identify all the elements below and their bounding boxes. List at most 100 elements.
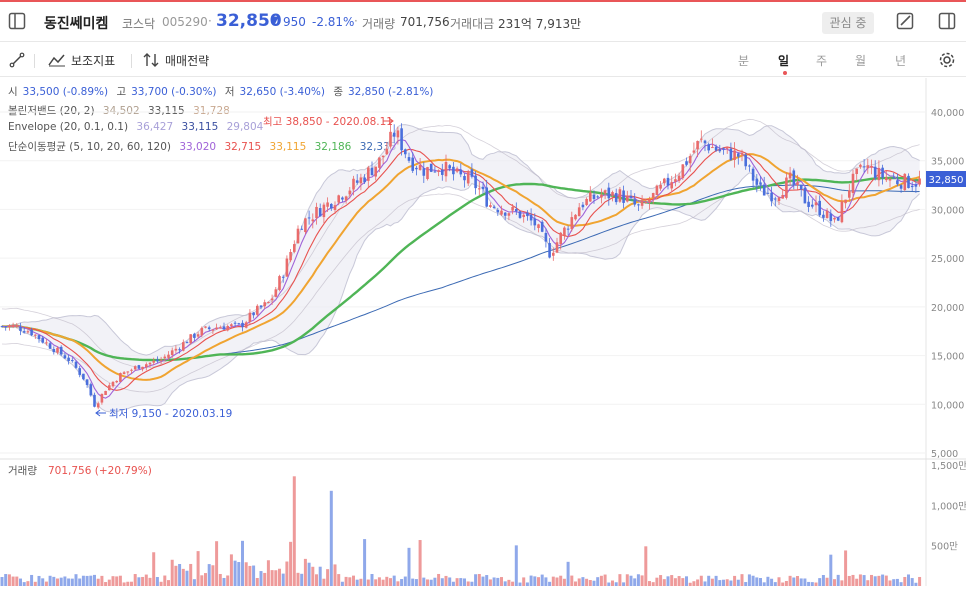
candle-body [848,190,851,198]
candle-body [293,244,296,252]
volume-bar [629,575,633,586]
candle-body [185,342,189,344]
candle-body [304,218,307,233]
candle-body [37,335,41,340]
candle-body [156,359,159,362]
candle-body [322,204,326,218]
volume-bar [636,574,640,586]
candle-body [851,173,855,193]
volume-bar [411,578,415,586]
volume-bar [540,574,544,586]
volume-bar [4,574,8,586]
volume-bar [659,575,663,586]
volume-bar [259,571,263,586]
volume-bar [89,575,93,586]
candle-body [515,209,518,212]
candle-body [885,177,888,181]
candle-body [78,368,81,375]
volume-bar [126,581,130,586]
volume-bar [174,565,178,586]
candle-body [407,157,411,161]
volume-bar [533,576,537,586]
candle-body [270,298,274,301]
candle-body [19,326,22,331]
candle-body [422,168,426,176]
candle-body [359,177,363,184]
volume-bar [459,578,463,586]
volume-bar [15,576,19,586]
volume-bar [918,576,922,586]
candle-body [589,192,592,202]
volume-bar [285,561,289,586]
volume-bar [130,581,133,586]
candle-body [570,217,574,230]
candle-body [918,178,921,185]
candle-body [259,305,263,308]
candle-body [681,164,685,179]
volume-bar [522,577,526,586]
volume-bar [714,575,718,586]
volume-bar [100,575,104,586]
candle-body [411,157,414,171]
candle-body [104,390,107,395]
candle-body [533,218,537,226]
volume-bar [104,582,108,586]
candle-body [41,337,44,343]
volume-bar [426,579,429,586]
volume-bar [311,566,315,586]
volume-bar [407,547,411,586]
candle-body [311,219,315,222]
candle-body [318,208,322,217]
candle-body [788,172,792,179]
volume-bar [914,582,918,586]
candle-body [600,194,603,198]
candle-body [655,185,659,195]
candle-body [330,203,333,209]
volume-bar [33,581,37,586]
candle-body [152,360,155,363]
candle-body [178,349,181,351]
candle-body [130,369,133,371]
volume-bar [93,574,96,586]
price-chart[interactable]: 5,000 10,000 15,000 20,000 25,000 30,000 35,00… [0,0,966,590]
volume-bar [585,578,589,586]
candle-body [877,167,881,181]
volume-bar [437,573,441,586]
volume-bar [381,579,385,586]
volume-bar [707,575,711,586]
volume-bar [363,539,367,586]
candle-body [718,149,722,152]
candle-body [307,217,311,219]
volume-bar [899,582,903,586]
last-price-label: 32,850 [929,175,964,186]
candle-body [159,359,163,361]
candle-body [696,140,699,150]
candle-body [559,232,562,245]
volume-bar [377,577,381,586]
candle-body [563,227,566,236]
candle-body [766,192,770,194]
candle-body [418,165,422,170]
volume-bar [681,578,685,586]
candle-body [385,148,389,155]
candle-body [781,194,784,199]
candle-body [759,182,762,185]
volume-bar [211,565,215,586]
candle-body [389,131,392,147]
volume-bar [518,582,522,586]
volume-bar [814,582,818,586]
candle-body [367,167,370,181]
candle-body [829,213,833,222]
candle-body [555,242,559,253]
candle-body [429,163,433,172]
volume-bar [115,576,119,586]
volume-bar [207,564,211,586]
price-tick-label: 30,000 [931,205,964,216]
volume-bar [252,565,256,586]
volume-bar [148,577,152,586]
candle-body [733,150,736,160]
candle-body [437,170,440,172]
volume-bar [270,570,274,586]
volume-bar [607,582,611,586]
volume-bar [300,573,304,586]
